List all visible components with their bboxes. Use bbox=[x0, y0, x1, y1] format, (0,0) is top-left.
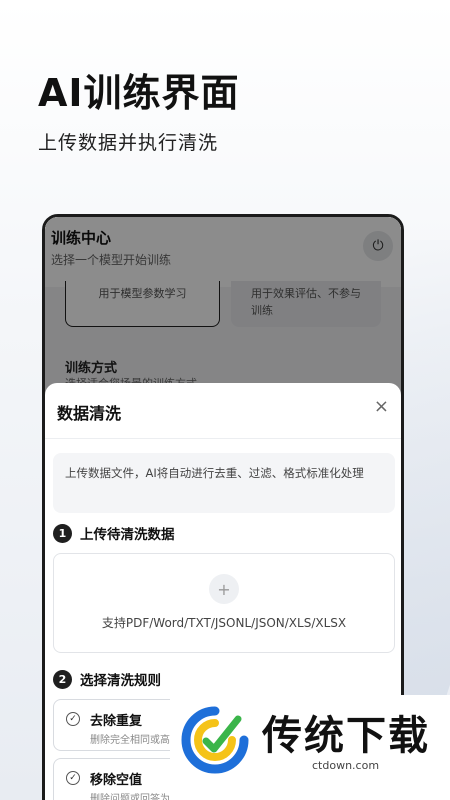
hero-subtitle: 上传数据并执行清洗 bbox=[38, 132, 219, 154]
sheet-header: 数据清洗 × bbox=[45, 383, 401, 439]
watermark: 传统下载 ctdown.com bbox=[170, 695, 450, 800]
brand-logo-icon bbox=[181, 706, 249, 774]
step-number: 2 bbox=[53, 669, 72, 689]
check-circle-icon: ✓ bbox=[66, 771, 80, 785]
watermark-url: ctdown.com bbox=[312, 759, 380, 772]
check-circle-icon: ✓ bbox=[66, 712, 80, 726]
rule-name: 移除空值 bbox=[90, 773, 143, 788]
step-upload: 1 上传待清洗数据 bbox=[53, 523, 175, 543]
watermark-text: 传统下载 bbox=[262, 713, 430, 759]
step-rules: 2 选择清洗规则 bbox=[53, 669, 161, 689]
description-box: 上传数据文件，AI将自动进行去重、过滤、格式标准化处理 bbox=[53, 453, 395, 513]
step-label: 选择清洗规则 bbox=[80, 673, 161, 689]
plus-icon[interactable]: + bbox=[209, 574, 239, 604]
sheet-title: 数据清洗 bbox=[57, 404, 122, 423]
rule-name: 去除重复 bbox=[90, 714, 143, 729]
step-label: 上传待清洗数据 bbox=[80, 527, 175, 543]
close-icon[interactable]: × bbox=[374, 398, 389, 416]
hero-title: AI训练界面 bbox=[38, 71, 240, 115]
step-number: 1 bbox=[53, 523, 72, 543]
upload-dropzone[interactable]: + 支持PDF/Word/TXT/JSONL/JSON/XLS/XLSX bbox=[53, 553, 395, 653]
upload-file-types: 支持PDF/Word/TXT/JSONL/JSON/XLS/XLSX bbox=[101, 616, 347, 630]
